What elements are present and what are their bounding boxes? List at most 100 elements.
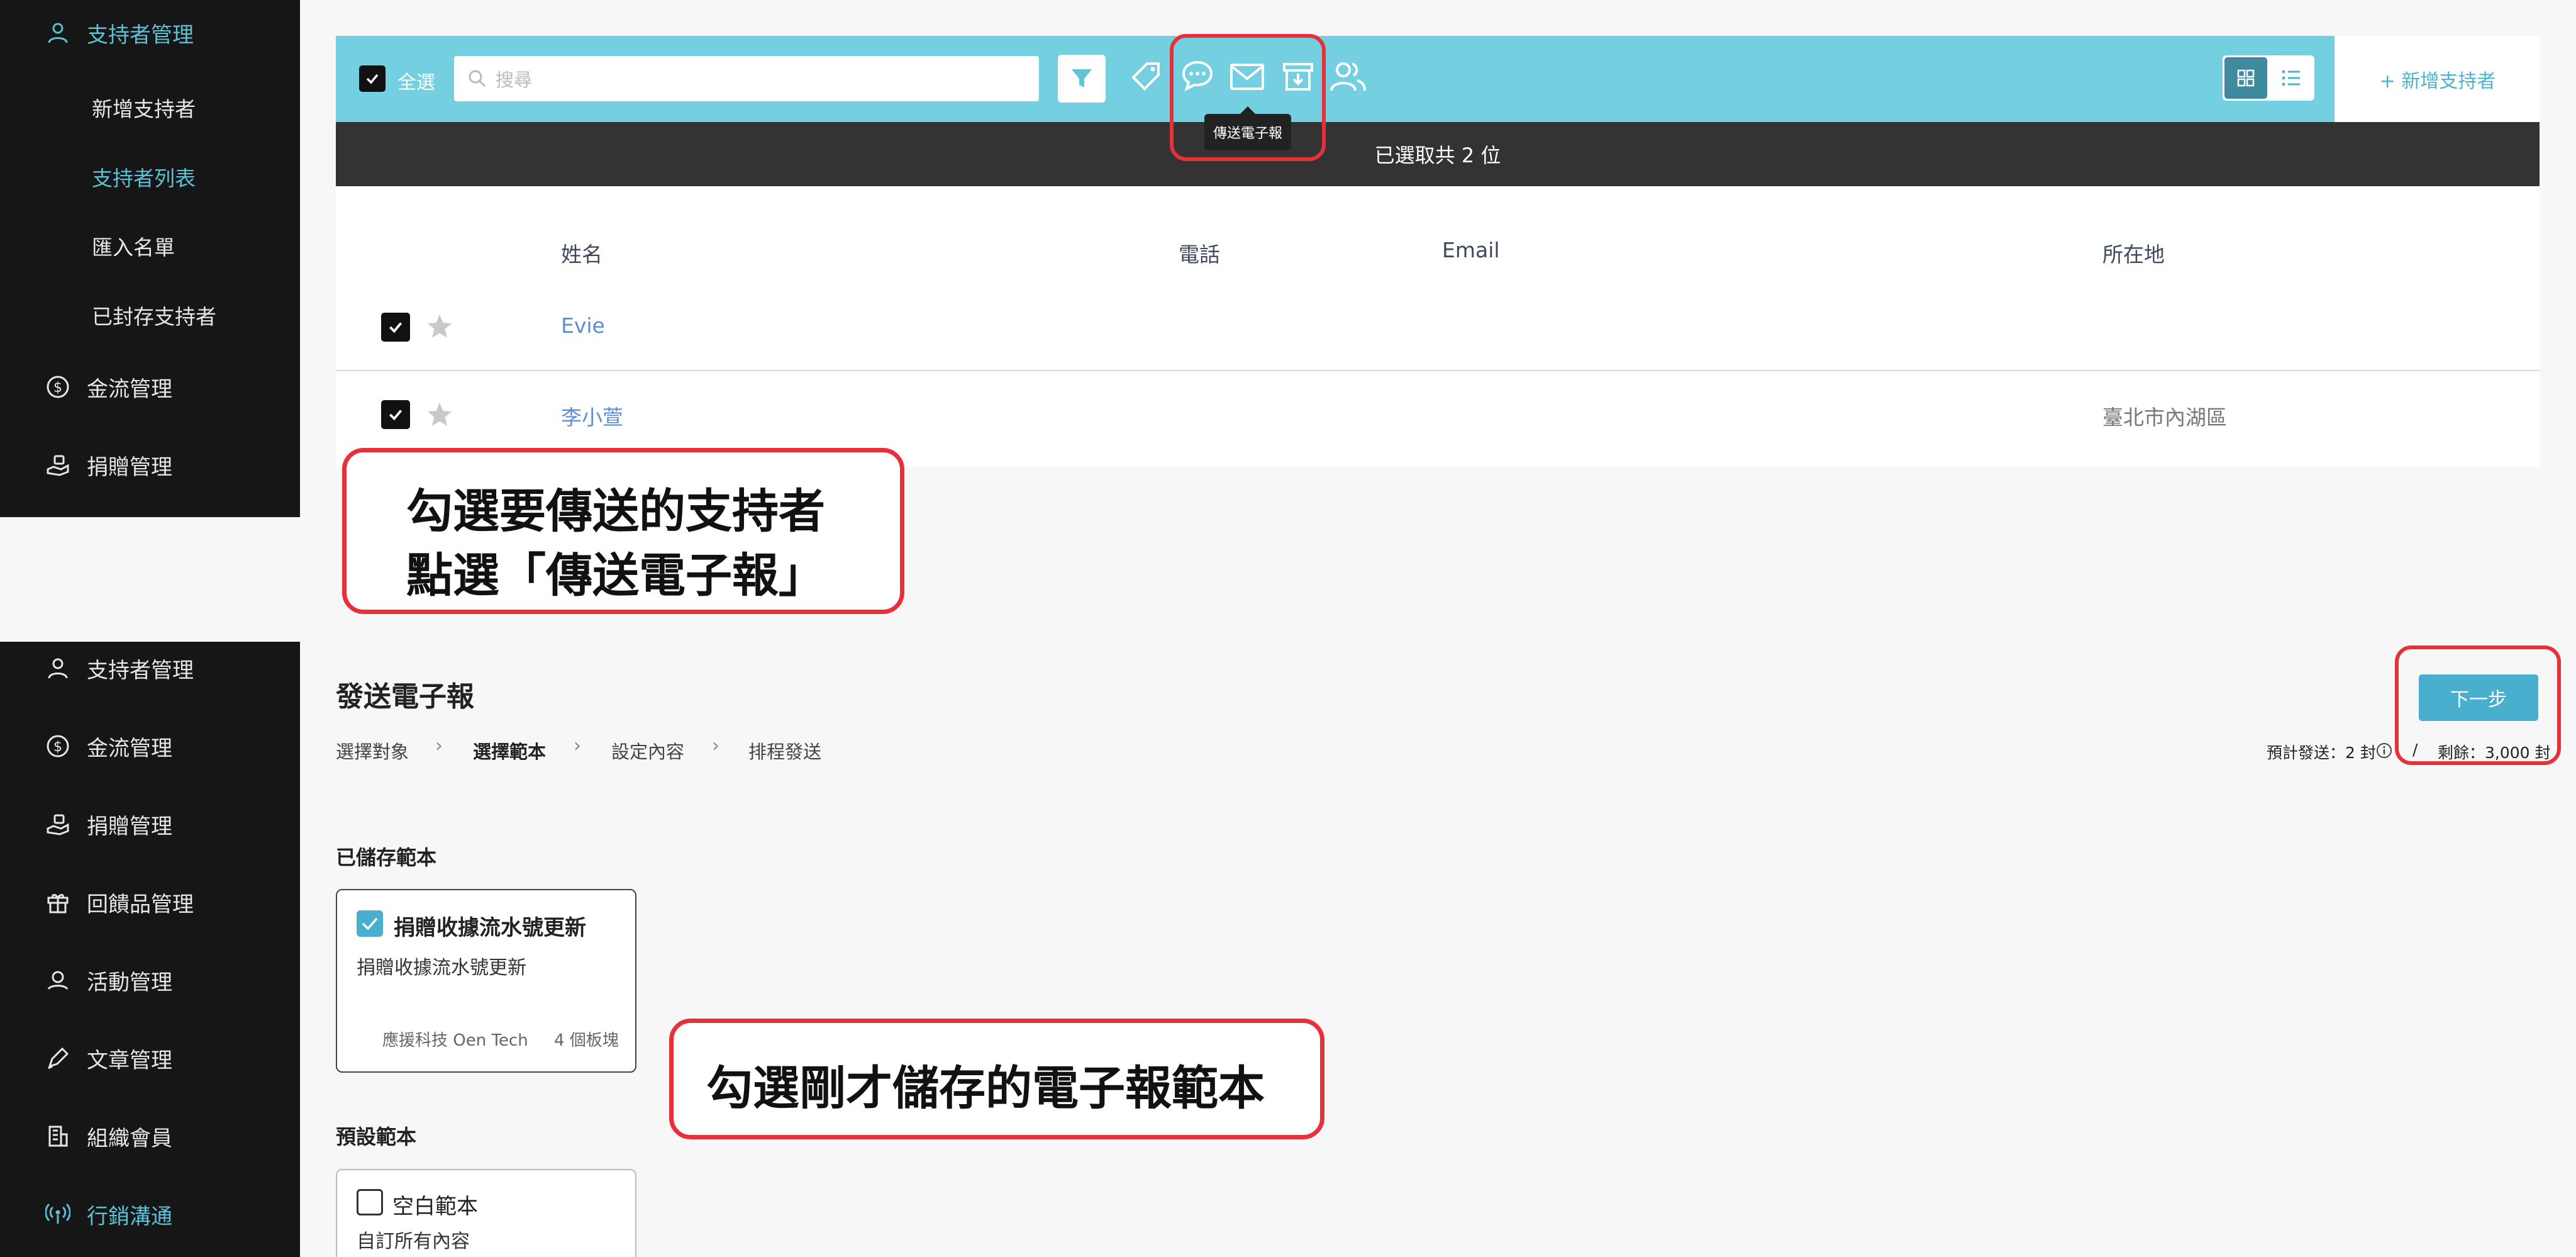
row-checkbox[interactable] [381, 313, 410, 342]
default-template-card[interactable]: 空白範本 自訂所有內容 [336, 1169, 636, 1257]
list-view-button[interactable] [2270, 57, 2312, 99]
template-description: 捐贈收據流水號更新 [357, 957, 526, 979]
sidebar-item-supporter-mgmt[interactable]: 支持者管理 [0, 8, 300, 58]
column-header-location[interactable]: 所在地 [2102, 238, 2165, 268]
svg-text:$: $ [53, 739, 62, 755]
donation-hand-icon [44, 451, 72, 479]
sidebar-item-label: 捐贈管理 [87, 813, 172, 839]
pen-icon [44, 1044, 72, 1072]
sidebar-item-label: 支持者管理 [87, 22, 194, 48]
supporter-name-link[interactable]: 李小萱 [561, 401, 623, 431]
broadcast-icon [44, 1200, 72, 1228]
selection-summary-bar: 已選取共 2 位 [336, 122, 2540, 186]
column-header-name[interactable]: 姓名 [561, 238, 602, 268]
sidebar-item-label: 組織會員 [87, 1126, 172, 1151]
page-title: 發送電子報 [336, 681, 474, 713]
default-templates-heading: 預設範本 [336, 1125, 417, 1149]
estimated-send-count: 預計發送：2 封 [2267, 744, 2376, 762]
instruction-callout-select-supporters: 勾選要傳送的支持者 點選「傳送電子報」 [342, 448, 904, 614]
sidebar-item-donation[interactable]: 捐贈管理 [0, 440, 300, 490]
meta-slash: / [2412, 740, 2418, 759]
grid-view-button[interactable] [2224, 57, 2267, 99]
step-select-audience[interactable]: 選擇對象 [336, 737, 409, 764]
sidebar-item-marketing[interactable]: 行銷溝通 [0, 1189, 300, 1239]
sidebar-item-label: 金流管理 [87, 735, 172, 761]
sidebar-item-label: 捐贈管理 [87, 454, 172, 480]
sidebar-sub-import-list[interactable]: 匯入名單 [92, 231, 175, 261]
template-description: 自訂所有內容 [357, 1231, 470, 1253]
supporter-location: 臺北市內湖區 [2102, 405, 2227, 430]
step-separator: › [574, 735, 581, 757]
sidebar-item-articles[interactable]: 文章管理 [0, 1033, 300, 1083]
event-icon [44, 966, 72, 994]
gift-icon [44, 888, 72, 916]
sidebar-item-rewards[interactable]: 回饋品管理 [0, 877, 300, 927]
supporter-name-link[interactable]: Evie [561, 313, 605, 338]
group-button[interactable] [1330, 58, 1367, 96]
instruction-callout-select-template: 勾選剛才儲存的電子報範本 [669, 1019, 1324, 1139]
tag-icon [1130, 60, 1163, 94]
dollar-icon: $ [44, 732, 72, 760]
dollar-icon: $ [44, 373, 72, 401]
template-checkbox[interactable] [357, 910, 383, 937]
search-input[interactable]: 搜尋 [454, 56, 1039, 101]
step-select-template[interactable]: 選擇範本 [473, 737, 546, 764]
add-supporter-button[interactable]: + 新增支持者 [2336, 36, 2540, 122]
sidebar-item-label: 支持者管理 [87, 657, 194, 683]
user-icon [44, 654, 72, 682]
sidebar-item-label: 活動管理 [87, 969, 172, 995]
row-checkbox[interactable] [381, 400, 410, 429]
column-header-email[interactable]: Email [1442, 238, 1500, 262]
search-placeholder: 搜尋 [496, 69, 533, 91]
sidebar-sub-archived[interactable]: 已封存支持者 [92, 300, 216, 330]
step-separator: › [712, 735, 719, 757]
sidebar-item-label: 文章管理 [87, 1048, 172, 1073]
star-icon[interactable] [425, 400, 454, 429]
filter-icon [1069, 66, 1094, 91]
sidebar-item-supporter-mgmt[interactable]: 支持者管理 [0, 643, 300, 693]
view-toggle [2223, 55, 2314, 101]
sidebar-item-events[interactable]: 活動管理 [0, 955, 300, 1005]
select-all-checkbox[interactable] [359, 65, 386, 92]
sidebar-item-label: 回饋品管理 [87, 891, 194, 917]
callout-line: 勾選剛才儲存的電子報範本 [706, 1061, 1265, 1115]
callout-line: 勾選要傳送的支持者 [406, 484, 825, 539]
template-title: 捐贈收據流水號更新 [394, 915, 586, 941]
donation-hand-icon [44, 810, 72, 838]
building-icon [44, 1122, 72, 1150]
user-icon [44, 19, 72, 47]
callout-line: 點選「傳送電子報」 [406, 549, 825, 603]
remaining-quota: 剩餘：3,000 封 [2438, 744, 2551, 762]
sidebar-item-label: 行銷溝通 [87, 1204, 172, 1229]
selection-summary-text: 已選取共 2 位 [1374, 143, 1501, 167]
bottom-sidebar: 支持者管理 $ 金流管理 捐贈管理 回饋品管理 活動管理 文章管理 組織會員 行… [0, 642, 300, 1257]
star-icon[interactable] [425, 312, 454, 341]
sidebar-item-donation[interactable]: 捐贈管理 [0, 799, 300, 849]
sidebar-item-label: 金流管理 [87, 376, 172, 402]
template-checkbox[interactable] [357, 1189, 383, 1215]
svg-text:$: $ [53, 380, 62, 396]
sidebar-item-cashflow[interactable]: $ 金流管理 [0, 721, 300, 771]
info-icon[interactable] [2376, 742, 2392, 759]
sidebar-sub-add-supporter[interactable]: 新增支持者 [92, 92, 196, 123]
highlight-frame-newsletter-icon [1170, 34, 1326, 161]
grid-icon [2236, 69, 2255, 87]
top-sidebar: 支持者管理 新增支持者 支持者列表 匯入名單 已封存支持者 $ 金流管理 捐贈管… [0, 0, 300, 517]
template-title: 空白範本 [392, 1194, 478, 1219]
saved-templates-heading: 已儲存範本 [336, 846, 437, 869]
list-icon [2281, 69, 2301, 87]
sidebar-item-cashflow[interactable]: $ 金流管理 [0, 362, 300, 412]
sidebar-item-org-members[interactable]: 組織會員 [0, 1111, 300, 1161]
step-set-content[interactable]: 設定內容 [611, 737, 684, 764]
filter-button[interactable] [1058, 55, 1106, 103]
template-block-count: 4 個板塊 [554, 1031, 619, 1050]
sidebar-sub-supporter-list[interactable]: 支持者列表 [92, 162, 196, 192]
step-schedule-send[interactable]: 排程發送 [748, 737, 821, 764]
template-org: 應援科技 Oen Tech [382, 1031, 528, 1050]
step-separator: › [435, 735, 443, 757]
select-all-label: 全選 [397, 72, 435, 94]
column-header-phone[interactable]: 電話 [1179, 238, 1220, 268]
users-icon [1330, 60, 1367, 93]
saved-template-card[interactable]: 捐贈收據流水號更新 捐贈收據流水號更新 應援科技 Oen Tech 4 個板塊 [336, 889, 636, 1073]
tag-button[interactable] [1128, 58, 1165, 96]
